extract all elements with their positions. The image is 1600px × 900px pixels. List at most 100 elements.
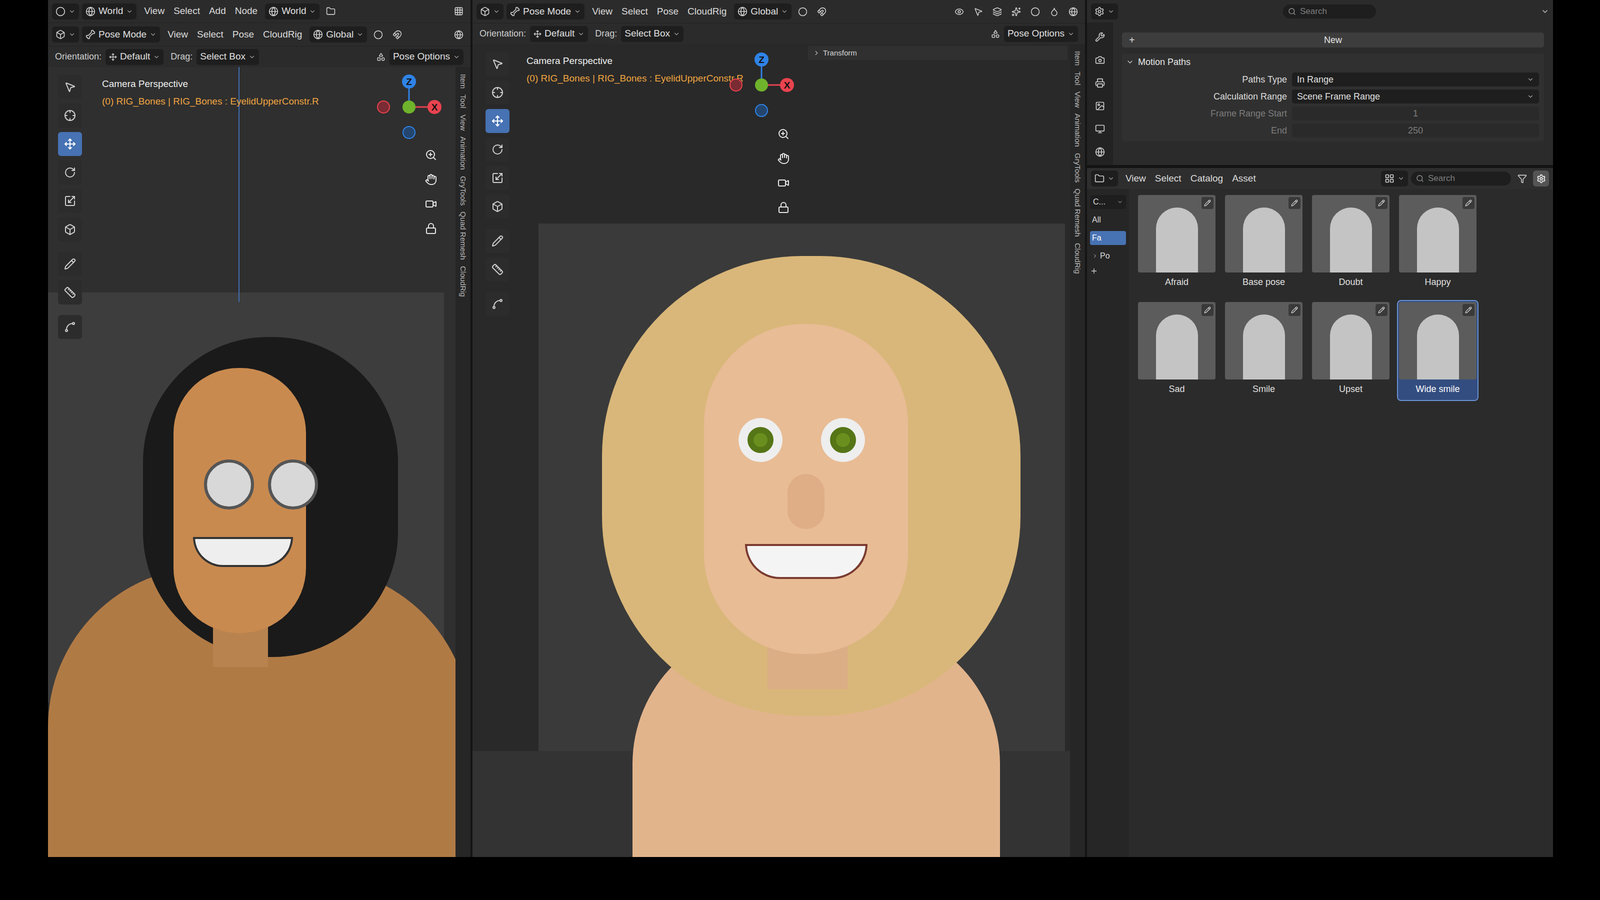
overlays-button[interactable] bbox=[989, 3, 1005, 20]
edit-badge[interactable] bbox=[1201, 197, 1214, 209]
tool-button[interactable] bbox=[485, 292, 510, 316]
asset-search[interactable]: Search bbox=[1411, 171, 1511, 186]
neg-x-axis-icon[interactable] bbox=[730, 79, 742, 91]
properties-tab[interactable] bbox=[1091, 120, 1109, 138]
menu-item[interactable]: CloudRig bbox=[683, 4, 731, 19]
shading-rendered-button[interactable] bbox=[450, 26, 467, 43]
sidebar-tab[interactable]: Animation bbox=[455, 136, 471, 170]
lock-camera-button[interactable] bbox=[773, 197, 794, 218]
catalog-item[interactable]: Po bbox=[1090, 249, 1126, 263]
sidebar-tab[interactable]: Item bbox=[1070, 51, 1086, 66]
shading-solid-button[interactable] bbox=[1027, 3, 1043, 20]
menu-item[interactable]: Node bbox=[230, 4, 262, 19]
shading-rendered-button[interactable] bbox=[1065, 3, 1081, 20]
menu-item[interactable]: Add bbox=[204, 4, 231, 19]
shading-material-button[interactable] bbox=[1046, 3, 1062, 20]
tool-button[interactable] bbox=[485, 194, 510, 219]
transform-orientation-dropdown[interactable]: Global bbox=[734, 3, 792, 20]
sidebar-tab[interactable]: CloudRig bbox=[455, 266, 471, 297]
editor-type-dropdown[interactable] bbox=[52, 26, 79, 43]
zoom-button[interactable] bbox=[773, 124, 794, 144]
z-axis-icon[interactable] bbox=[754, 52, 769, 67]
tool-button[interactable] bbox=[58, 252, 82, 276]
asset-item[interactable]: Doubt bbox=[1311, 194, 1391, 293]
tool-button[interactable] bbox=[485, 52, 510, 76]
properties-tab[interactable] bbox=[1091, 28, 1109, 46]
navigation-gizmo[interactable]: ZX bbox=[374, 72, 444, 142]
tool-button[interactable] bbox=[485, 257, 510, 282]
pivot-button[interactable] bbox=[370, 26, 386, 43]
pose-options-dropdown[interactable]: Pose Options bbox=[1004, 26, 1078, 42]
properties-tab[interactable] bbox=[1091, 51, 1109, 69]
node-options-button[interactable] bbox=[450, 3, 467, 20]
tool-button[interactable] bbox=[58, 280, 82, 305]
catalog-item[interactable]: Fa bbox=[1090, 231, 1126, 245]
adjust-last-operation-panel[interactable]: Transform bbox=[808, 46, 1068, 60]
editor-type-dropdown[interactable] bbox=[1091, 170, 1118, 187]
settings-toggle[interactable] bbox=[1533, 170, 1549, 187]
menu-item[interactable]: Catalog bbox=[1186, 171, 1228, 186]
tool-button[interactable] bbox=[58, 189, 82, 213]
properties-search[interactable]: Search bbox=[1283, 4, 1376, 19]
duplicate-button[interactable] bbox=[322, 3, 339, 20]
filter-button[interactable] bbox=[1514, 170, 1530, 187]
properties-tab[interactable] bbox=[1091, 143, 1109, 161]
viewport-canvas[interactable]: Camera Perspective(0) RIG_Bones | RIG_Bo… bbox=[472, 44, 1070, 857]
drag-dropdown[interactable]: Select Box bbox=[196, 49, 259, 65]
asset-item[interactable]: Afraid bbox=[1137, 194, 1217, 293]
xray-button[interactable] bbox=[1008, 3, 1024, 20]
sidebar-tab[interactable]: GryTools bbox=[1070, 153, 1086, 183]
pan-button[interactable] bbox=[421, 169, 441, 190]
sidebar-tab[interactable]: GryTools bbox=[455, 176, 471, 206]
world-selector[interactable]: World bbox=[265, 3, 320, 20]
visibility-button[interactable] bbox=[951, 3, 967, 20]
catalog-item[interactable]: All bbox=[1090, 213, 1126, 227]
navigation-gizmo[interactable]: ZX bbox=[726, 50, 797, 120]
mode-dropdown[interactable]: Pose Mode bbox=[82, 26, 160, 43]
menu-item[interactable]: Select bbox=[617, 4, 653, 19]
menu-item[interactable]: View bbox=[163, 27, 193, 42]
property-dropdown[interactable]: In Range bbox=[1292, 72, 1539, 87]
edit-badge[interactable] bbox=[1462, 197, 1475, 209]
menu-item[interactable]: View bbox=[139, 4, 169, 19]
asset-item[interactable]: Upset bbox=[1311, 301, 1391, 400]
z-axis-icon[interactable] bbox=[402, 74, 416, 89]
properties-tab[interactable] bbox=[1091, 74, 1109, 92]
tool-button[interactable] bbox=[58, 103, 82, 128]
tool-button[interactable] bbox=[485, 229, 510, 253]
sidebar-tab[interactable]: View bbox=[1070, 91, 1086, 108]
sidebar-tab[interactable]: Quad Remesh bbox=[455, 211, 471, 260]
edit-badge[interactable] bbox=[1462, 304, 1475, 316]
sidebar-tab[interactable]: Animation bbox=[1070, 113, 1086, 147]
orientation-dropdown[interactable]: Default bbox=[530, 26, 588, 42]
menu-item[interactable]: Select bbox=[192, 27, 228, 42]
display-mode-dropdown[interactable] bbox=[1381, 170, 1408, 187]
new-button[interactable]: +New bbox=[1122, 32, 1544, 48]
menu-item[interactable]: Select bbox=[169, 4, 205, 19]
editor-type-dropdown[interactable] bbox=[476, 3, 504, 20]
pose-options-dropdown[interactable]: Pose Options bbox=[389, 49, 464, 65]
tool-button[interactable] bbox=[58, 315, 82, 339]
asset-item[interactable]: Happy bbox=[1398, 194, 1478, 293]
x-axis-icon[interactable] bbox=[427, 100, 442, 114]
orientation-dropdown[interactable]: Default bbox=[105, 49, 164, 65]
y-axis-icon[interactable] bbox=[402, 100, 416, 114]
editor-type-dropdown[interactable] bbox=[1091, 3, 1118, 20]
tool-button[interactable] bbox=[485, 137, 510, 162]
properties-tab[interactable] bbox=[1091, 97, 1109, 115]
sidebar-tab[interactable]: Item bbox=[455, 74, 471, 89]
library-dropdown[interactable]: C... bbox=[1090, 195, 1126, 209]
sidebar-tab[interactable]: View bbox=[455, 114, 471, 131]
asset-item[interactable]: Wide smile bbox=[1398, 301, 1478, 400]
transform-orientation-dropdown[interactable]: Global bbox=[309, 26, 367, 43]
drag-dropdown[interactable]: Select Box bbox=[621, 26, 684, 42]
asset-item[interactable]: Base pose bbox=[1224, 194, 1304, 293]
zoom-button[interactable] bbox=[421, 145, 441, 165]
tool-button[interactable] bbox=[485, 166, 510, 190]
tool-button[interactable] bbox=[485, 109, 510, 133]
edit-badge[interactable] bbox=[1375, 197, 1388, 209]
edit-badge[interactable] bbox=[1288, 304, 1301, 316]
y-axis-icon[interactable] bbox=[755, 78, 768, 92]
tool-button[interactable] bbox=[58, 75, 82, 99]
camera-view-button[interactable] bbox=[773, 173, 794, 193]
